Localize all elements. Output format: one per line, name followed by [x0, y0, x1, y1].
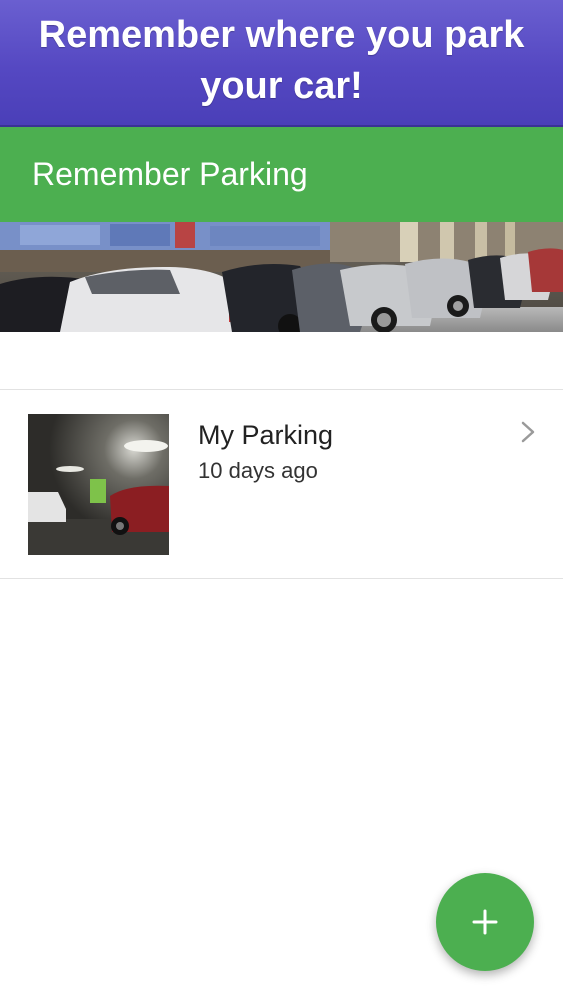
app-title: Remember Parking: [32, 156, 308, 192]
plus-icon: [472, 909, 498, 935]
app-bar: Remember Parking: [0, 127, 563, 222]
promo-headline: Remember where you park your car!: [38, 13, 525, 107]
list-item-title: My Parking: [198, 420, 334, 450]
parking-garage-hero-image: [0, 222, 563, 332]
chevron-right-icon: [521, 421, 535, 443]
add-parking-button[interactable]: [436, 873, 534, 971]
promo-banner: Remember where you park your car!: [0, 0, 563, 127]
divider-bottom: [0, 578, 563, 579]
list-item-subtitle: 10 days ago: [198, 458, 318, 483]
list-item-my-parking[interactable]: My Parking 10 days ago: [0, 390, 563, 578]
parking-photo-thumbnail: [28, 414, 169, 555]
